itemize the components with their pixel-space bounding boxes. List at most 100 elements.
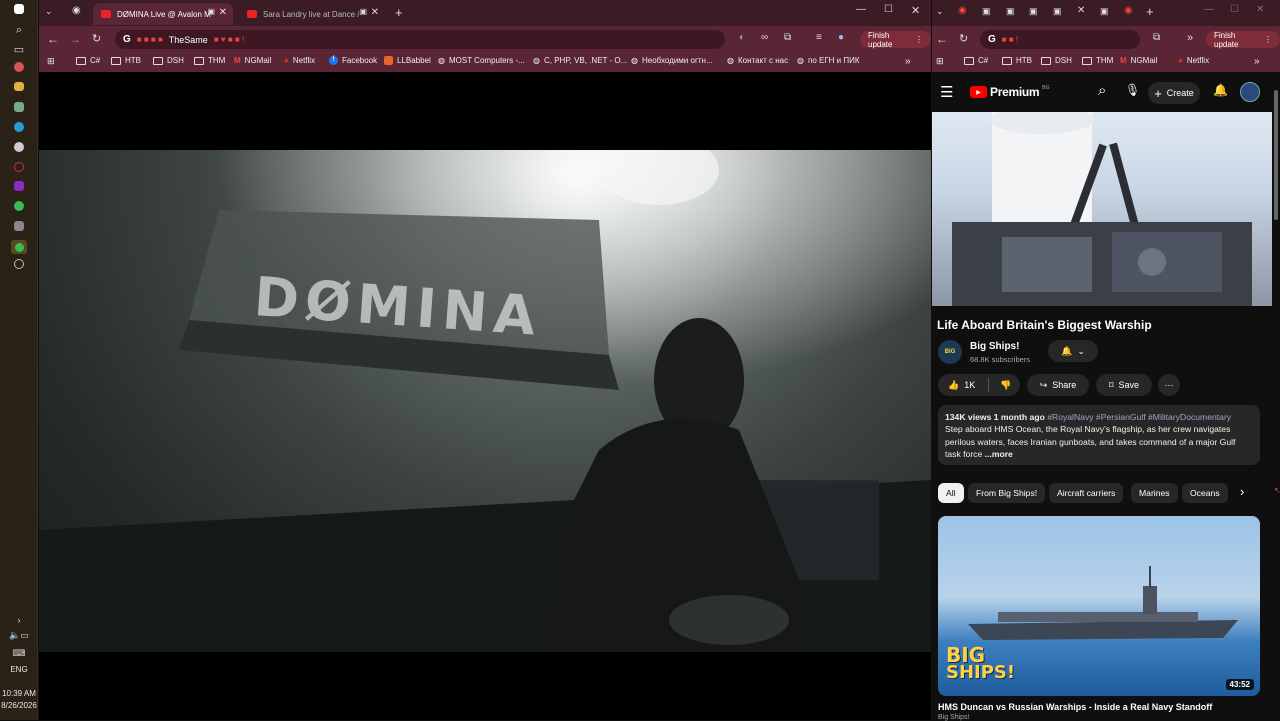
profile-avatar-icon[interactable]: ● [838,32,844,43]
tab-favicon-icon[interactable]: ▣ [982,6,991,17]
language-indicator[interactable]: ENG [0,665,38,674]
tab-domina[interactable]: DØMINA Live @ Avalon M ▣ ✕ [93,3,233,25]
create-button[interactable]: + Create [1148,82,1200,104]
overflow-icon[interactable]: » [1187,32,1193,44]
chip-marines[interactable]: Marines [1131,483,1178,503]
like-icon[interactable]: 👍 [948,380,959,391]
menu-icon[interactable]: ☰ [940,83,953,101]
maximize-icon[interactable]: ☐ [1230,4,1239,15]
opera-icon[interactable] [14,162,24,172]
bookmark-c-php[interactable]: ◍ C, PHP, VB, .NET - O... [533,56,627,65]
extensions-icon[interactable]: ⧉ [1153,32,1160,43]
clock-date[interactable]: 8/26/2026 [0,701,38,710]
app-icon-2[interactable] [14,102,24,112]
volume-network-icon[interactable]: 🔈▭ [7,627,31,643]
edge-icon[interactable] [14,122,24,132]
hashtags[interactable]: #RoyalNavy #PersianGulf #MilitaryDocumen… [1047,412,1231,422]
minimize-icon[interactable]: — [856,4,866,15]
video-player[interactable] [932,112,1272,306]
tab-search-icon[interactable]: ⌄ [45,6,53,17]
new-tab-icon[interactable]: + [395,5,403,20]
chevron-up-icon[interactable]: › [11,612,27,628]
tab-favicon-icon[interactable]: ▣ [1029,6,1038,17]
chip-aircraft-carriers[interactable]: Aircraft carriers [1049,483,1124,503]
minimize-icon[interactable]: — [1204,4,1214,15]
reload-icon[interactable]: ↻ [92,32,101,45]
subscribed-button[interactable]: 🔔 ⌄ [1048,340,1098,362]
share-button[interactable]: ↪ Share [1027,374,1089,396]
address-bar[interactable]: G ■ ■ ! [980,30,1140,49]
chips-next-chevron-icon[interactable]: › [1240,484,1244,499]
reload-icon[interactable]: ↻ [959,32,968,45]
bookmark-neobhodimi[interactable]: ◍ Необходими огтн... [631,56,713,65]
bookmark-thm[interactable]: THM [194,56,225,65]
show-more-link[interactable]: ...more [985,449,1013,459]
tab-favicon-icon[interactable]: ◉ [1124,5,1133,16]
tab-sara-landry[interactable]: Sara Landry live at Dance / ▣ ✕ [239,3,385,25]
bookmark-netflix[interactable]: ● Netflix [284,56,315,65]
bookmark-thm[interactable]: THM [1082,56,1113,65]
chrome-icon[interactable] [14,201,24,211]
record-icon[interactable]: ◉ [72,5,81,16]
channel-avatar[interactable]: BIG [938,340,962,364]
clock-time[interactable]: 10:39 AM [0,689,38,698]
channel-name[interactable]: Big Ships! [970,341,1019,352]
bookmark-csharp[interactable]: C# [964,56,988,65]
bookmark-egn[interactable]: ◍ по ЕГН и ПИК [797,56,860,65]
back-icon[interactable]: ← [936,32,948,46]
new-tab-icon[interactable]: + [1146,4,1154,19]
bookmark-csharp[interactable]: C# [76,56,100,65]
microphone-icon[interactable]: 🎙 [1125,83,1140,97]
back-icon[interactable]: ← [47,32,59,46]
task-view-icon[interactable]: ▭ [11,41,27,57]
account-avatar[interactable] [1240,82,1260,102]
recommended-video-thumbnail[interactable]: BIG SHIPS! 43:52 [938,516,1260,696]
finish-update-button[interactable]: Finish update ⋮ [1206,31,1280,49]
video-player[interactable]: DØMINA [39,150,931,652]
description-box[interactable]: 134K views 1 month ago #RoyalNavy #Persi… [938,405,1260,465]
chrome-active-icon[interactable] [11,240,27,254]
notifications-bell-icon[interactable]: 🔔 [1213,83,1228,97]
app-icon-3[interactable] [14,142,24,152]
tab-favicon-icon[interactable]: ◉ [958,5,967,16]
bookmark-dsh[interactable]: DSH [153,56,184,65]
bookmark-netflix[interactable]: ● Netflix [1178,56,1209,65]
clock-app-icon[interactable] [14,259,24,269]
tab-favicon-icon[interactable]: ▣ [1006,6,1015,17]
bookmark-htb[interactable]: HTB [1002,56,1032,65]
more-actions-button[interactable]: ⋯ [1158,374,1180,396]
recommended-video-title[interactable]: HMS Duncan vs Russian Warships - Inside … [938,702,1212,712]
extensions-icon[interactable]: ⧉ [784,32,791,43]
bookmark-ngmail[interactable]: M NGMail [234,56,271,65]
tab-close-icon[interactable]: ✕ [1077,5,1085,16]
tab-close-icon[interactable]: ✕ [371,7,379,18]
search-icon[interactable]: ⌕ [1098,82,1106,99]
scrollbar[interactable] [1274,90,1278,220]
save-button[interactable]: ⌑ Save [1096,374,1152,396]
bookmark-llbabbel[interactable]: LLBabbel [384,56,431,65]
audio-icon[interactable]: ◖ [738,32,744,43]
bookmark-dsh[interactable]: DSH [1041,56,1072,65]
file-explorer-icon[interactable] [14,82,24,91]
close-window-icon[interactable]: ✕ [1256,4,1264,15]
tab-favicon-icon[interactable]: ▣ [1100,6,1109,17]
like-count[interactable]: 1K [964,380,975,390]
app-icon-1[interactable] [14,62,24,72]
glasses-icon[interactable]: ∞ [761,32,768,43]
apps-grid-icon[interactable]: ⊞ [936,56,944,67]
address-bar[interactable]: G ■ ■ ■ ■ TheSame ■ ♥ ■ ■ ! [115,30,725,49]
chip-oceans[interactable]: Oceans [1182,483,1228,503]
dislike-icon[interactable]: 👎 [1000,380,1011,391]
bookmark-facebook[interactable]: f Facebook [329,56,377,65]
apps-grid-icon[interactable]: ⊞ [47,56,55,67]
app-icon-4[interactable] [14,221,24,231]
tab-close-icon[interactable]: ✕ [219,7,227,18]
tab-search-icon[interactable]: ⌄ [936,6,944,17]
forward-icon[interactable]: → [69,32,81,46]
windows-start-icon[interactable] [14,4,24,14]
sidebar-icon[interactable]: ≡ [816,32,822,43]
finish-update-button[interactable]: Finish update ⋮ [860,31,931,49]
tab-favicon-icon[interactable]: ▣ [1053,6,1062,17]
bookmark-htb[interactable]: HTB [111,56,141,65]
bookmarks-overflow-icon[interactable]: » [905,56,911,67]
